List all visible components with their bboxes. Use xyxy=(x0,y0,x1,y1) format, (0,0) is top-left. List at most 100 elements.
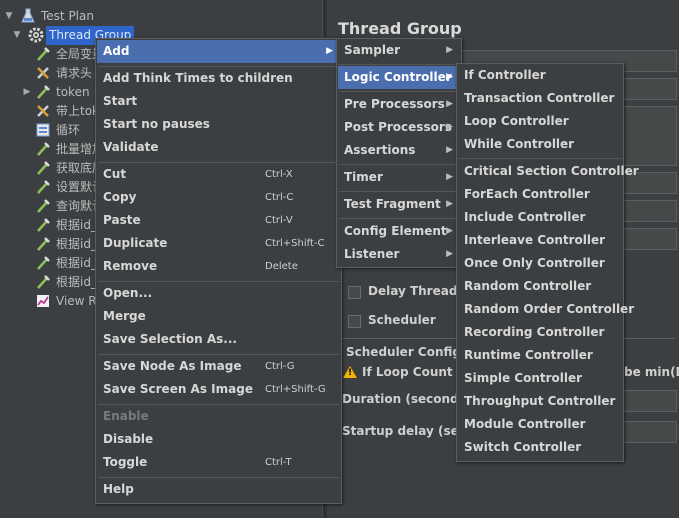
menu-item-logic-controller[interactable]: Logic Controller ▶ xyxy=(338,66,460,89)
menu-item-recording-controller[interactable]: Recording Controller xyxy=(458,321,622,344)
menu-item-merge[interactable]: Merge xyxy=(97,305,340,328)
menu-item-start[interactable]: Start xyxy=(97,90,340,113)
menu-item-label: Timer xyxy=(344,170,383,184)
menu-item-label: Critical Section Controller xyxy=(464,164,639,178)
menu-item-validate[interactable]: Validate xyxy=(97,136,340,159)
warning-mark: ! xyxy=(348,368,353,378)
duration-field[interactable] xyxy=(623,390,677,412)
menu-item-critical-section-controller[interactable]: Critical Section Controller xyxy=(458,160,639,183)
menu-item-switch-controller[interactable]: Switch Controller xyxy=(458,436,622,459)
menu-item-label: Open... xyxy=(103,286,153,300)
menu-item-listener[interactable]: Listener ▶ xyxy=(338,243,460,266)
menu-item-config-element[interactable]: Config Element ▶ xyxy=(338,220,460,243)
menu-item-label: Save Screen As Image xyxy=(103,382,253,396)
menu-item-label: Start no pauses xyxy=(103,117,210,131)
duration-label: Duration (seconds) xyxy=(342,392,472,406)
menu-item-cut[interactable]: Cut Ctrl-X xyxy=(97,163,340,186)
menu-item-post-processors[interactable]: Post Processors ▶ xyxy=(338,116,460,139)
submenu-arrow-icon: ▶ xyxy=(446,72,453,82)
submenu-arrow-icon: ▶ xyxy=(446,172,453,182)
menu-item-label: Add Think Times to children xyxy=(103,71,293,85)
menu-item-while-controller[interactable]: While Controller xyxy=(458,133,622,156)
menu-item-label: Loop Controller xyxy=(464,114,569,128)
menu-item-transaction-controller[interactable]: Transaction Controller xyxy=(458,87,622,110)
menu-item-paste[interactable]: Paste Ctrl-V xyxy=(97,209,340,232)
menu-item-if-controller[interactable]: If Controller xyxy=(458,64,622,87)
menu-item-label: Switch Controller xyxy=(464,440,582,454)
menu-item-toggle[interactable]: Toggle Ctrl-T xyxy=(97,451,340,474)
menu-item-module-controller[interactable]: Module Controller xyxy=(458,413,622,436)
menu-item-label: ForEach Controller xyxy=(464,187,590,201)
menu-item-label: Duplicate xyxy=(103,236,168,250)
submenu-arrow-icon: ▶ xyxy=(446,249,453,259)
menu-item-start-no-pauses[interactable]: Start no pauses xyxy=(97,113,340,136)
startup-delay-field[interactable] xyxy=(623,421,677,443)
menu-item-label: If Controller xyxy=(464,68,546,82)
menu-item-simple-controller[interactable]: Simple Controller xyxy=(458,367,622,390)
scheduler-label: Scheduler xyxy=(368,313,436,327)
tree-label: 根据id_ xyxy=(56,256,97,270)
scheduler-checkbox[interactable] xyxy=(348,315,361,328)
tree-label: 循环 xyxy=(56,123,81,137)
submenu-arrow-icon: ▶ xyxy=(446,199,453,209)
menu-item-save-node-image[interactable]: Save Node As Image Ctrl-G xyxy=(97,355,340,378)
menu-item-label: Interleave Controller xyxy=(464,233,606,247)
expand-down-icon[interactable]: ▼ xyxy=(12,26,22,45)
menu-item-include-controller[interactable]: Include Controller xyxy=(458,206,622,229)
menu-item-save-selection[interactable]: Save Selection As... xyxy=(97,328,340,351)
tree-label: 根据id_ xyxy=(56,237,97,251)
shortcut-label: Delete xyxy=(265,261,298,272)
submenu-arrow-icon: ▶ xyxy=(446,99,453,109)
menu-item-label: Transaction Controller xyxy=(464,91,615,105)
menu-item-save-screen-image[interactable]: Save Screen As Image Ctrl+Shift-G xyxy=(97,378,340,401)
menu-item-add[interactable]: Add ▶ xyxy=(97,40,340,63)
pipette-icon xyxy=(37,237,50,251)
menu-item-open[interactable]: Open... xyxy=(97,282,340,305)
delay-thread-checkbox[interactable] xyxy=(348,286,361,299)
menu-separator xyxy=(339,91,459,92)
expand-right-icon[interactable]: ▶ xyxy=(22,83,32,102)
menu-item-sampler[interactable]: Sampler ▶ xyxy=(338,39,460,62)
menu-item-pre-processors[interactable]: Pre Processors ▶ xyxy=(338,93,460,116)
tree-label: 请求头 xyxy=(56,66,93,80)
menu-item-label: Remove xyxy=(103,259,158,273)
menu-item-duplicate[interactable]: Duplicate Ctrl+Shift-C xyxy=(97,232,340,255)
menu-item-foreach-controller[interactable]: ForEach Controller xyxy=(458,183,622,206)
menu-item-interleave-controller[interactable]: Interleave Controller xyxy=(458,229,622,252)
menu-item-label: While Controller xyxy=(464,137,575,151)
loop-warning-tail: be min(Du xyxy=(624,365,679,379)
shortcut-label: Ctrl-X xyxy=(265,169,293,180)
menu-item-throughput-controller[interactable]: Throughput Controller xyxy=(458,390,622,413)
menu-item-add-think-times[interactable]: Add Think Times to children xyxy=(97,67,340,90)
menu-item-label: Paste xyxy=(103,213,141,227)
menu-item-once-only-controller[interactable]: Once Only Controller xyxy=(458,252,622,275)
menu-item-remove[interactable]: Remove Delete xyxy=(97,255,340,278)
menu-item-label: Validate xyxy=(103,140,159,154)
menu-item-runtime-controller[interactable]: Runtime Controller xyxy=(458,344,622,367)
menu-item-disable[interactable]: Disable xyxy=(97,428,340,451)
menu-item-label: Save Selection As... xyxy=(103,332,237,346)
expand-down-icon[interactable]: ▼ xyxy=(4,7,14,26)
submenu-arrow-icon: ▶ xyxy=(326,46,333,56)
menu-item-random-controller[interactable]: Random Controller xyxy=(458,275,622,298)
gear-icon xyxy=(28,27,44,43)
menu-item-random-order-controller[interactable]: Random Order Controller xyxy=(458,298,634,321)
menu-item-help[interactable]: Help xyxy=(97,478,340,501)
pipette-icon xyxy=(37,218,50,232)
menu-item-test-fragment[interactable]: Test Fragment ▶ xyxy=(338,193,460,216)
menu-item-label: Include Controller xyxy=(464,210,586,224)
submenu-arrow-icon: ▶ xyxy=(446,122,453,132)
menu-separator xyxy=(339,191,459,192)
shortcut-label: Ctrl-G xyxy=(265,361,295,372)
menu-item-assertions[interactable]: Assertions ▶ xyxy=(338,139,460,162)
pipette-icon xyxy=(37,256,50,270)
submenu-arrow-icon: ▶ xyxy=(446,226,453,236)
menu-item-timer[interactable]: Timer ▶ xyxy=(338,166,460,189)
menu-item-label: Start xyxy=(103,94,138,108)
menu-item-copy[interactable]: Copy Ctrl-C xyxy=(97,186,340,209)
test-plan-icon xyxy=(21,8,35,23)
menu-item-label: Post Processors xyxy=(344,120,452,134)
menu-item-loop-controller[interactable]: Loop Controller xyxy=(458,110,622,133)
shortcut-label: Ctrl+Shift-G xyxy=(265,384,326,395)
wrench-icon xyxy=(37,105,49,117)
